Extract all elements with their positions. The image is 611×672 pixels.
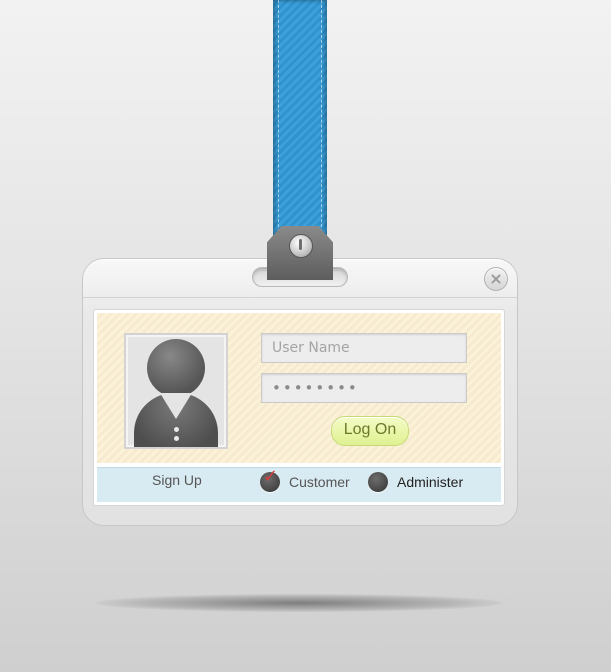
administer-label: Administer	[397, 474, 464, 490]
customer-radio[interactable]: ✓	[260, 467, 280, 492]
login-panel: Log On Sign Up ✓ Customer Administer	[93, 309, 505, 506]
close-icon[interactable]	[484, 267, 508, 291]
login-badge-card: Log On Sign Up ✓ Customer Administer	[82, 258, 518, 526]
card-shadow	[96, 594, 502, 612]
username-field[interactable]	[261, 333, 467, 363]
administer-radio[interactable]	[368, 472, 388, 492]
user-avatar-icon	[124, 333, 228, 449]
signup-link[interactable]: Sign Up	[152, 472, 202, 488]
clip-rivet	[289, 234, 313, 258]
login-form-area: Log On	[97, 313, 501, 463]
logon-button[interactable]: Log On	[331, 416, 409, 446]
card-divider	[83, 297, 517, 298]
lanyard-strap	[273, 0, 327, 250]
password-field[interactable]	[261, 373, 467, 403]
customer-label: Customer	[289, 474, 350, 490]
checkmark-icon: ✓	[263, 466, 279, 487]
